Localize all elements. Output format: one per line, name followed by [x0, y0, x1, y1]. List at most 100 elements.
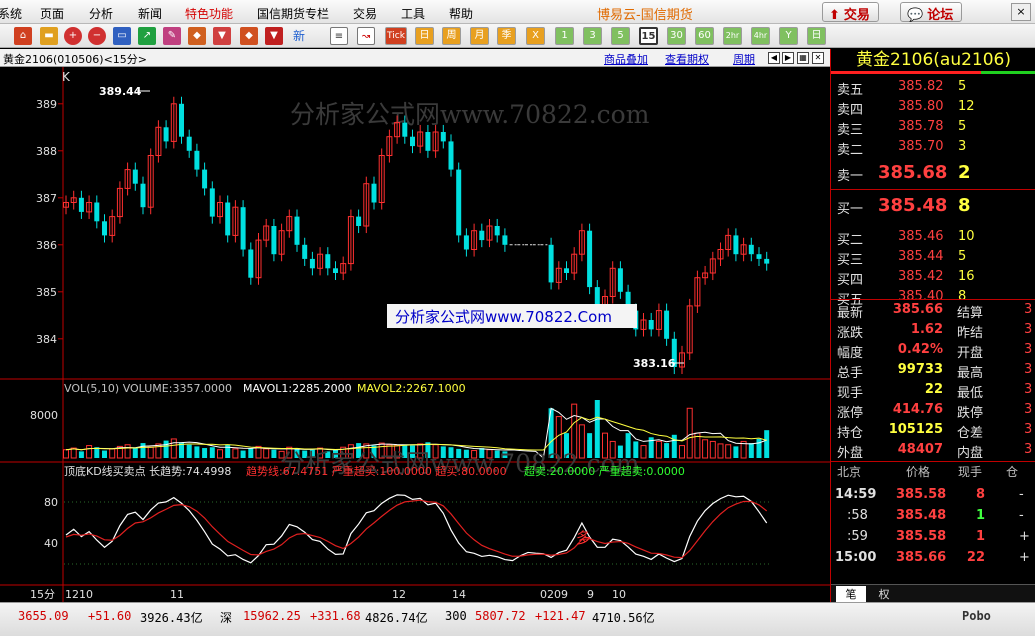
stat-label: 幅度: [837, 346, 864, 361]
overlay-link[interactable]: 商品叠加: [604, 51, 648, 67]
kd-tick-40: 40: [44, 537, 58, 550]
price-axis-tick: 387: [36, 192, 57, 205]
day-button[interactable]: 日: [415, 27, 434, 45]
candle-body: [756, 254, 762, 259]
x-button[interactable]: X: [526, 27, 545, 45]
bid-level-label: 买三: [837, 253, 864, 268]
stat-label: 开盘: [957, 346, 984, 361]
monitor-icon[interactable]: ▭: [113, 27, 131, 45]
news-button[interactable]: 新: [290, 27, 308, 45]
close-button[interactable]: ×: [1011, 3, 1031, 21]
time-tick: 0209: [540, 588, 568, 601]
ask-level-label: 卖三: [837, 123, 864, 138]
candle-body: [764, 258, 770, 264]
stat-label: 最新: [837, 306, 864, 321]
grid-icon[interactable]: ▦: [797, 52, 809, 64]
bid-volume: 5: [958, 249, 967, 264]
candle-body: [548, 244, 554, 283]
menu-tools[interactable]: 工具: [401, 5, 425, 22]
pencil-icon[interactable]: ✎: [163, 27, 181, 45]
zoom-in-icon[interactable]: +: [64, 27, 82, 45]
candle-body: [225, 202, 231, 236]
menu-page[interactable]: 页面: [40, 5, 64, 22]
candle-body: [186, 136, 192, 151]
scroll-right-icon[interactable]: ▶: [782, 52, 794, 64]
bid-level-label: 买四: [837, 273, 864, 288]
menu-news[interactable]: 新闻: [138, 5, 162, 22]
candle-body: [209, 188, 215, 217]
options-link[interactable]: 查看期权: [665, 51, 709, 67]
week-button[interactable]: 周: [442, 27, 461, 45]
menu-system[interactable]: 系统: [0, 5, 22, 22]
close-pane-icon[interactable]: ✕: [812, 52, 824, 64]
paint-icon[interactable]: ◆: [188, 27, 206, 45]
candle-body: [194, 150, 200, 170]
tick-time: :58: [847, 508, 868, 523]
volume-bar: [671, 434, 677, 458]
menu-trade[interactable]: 交易: [353, 5, 377, 22]
menu-analysis[interactable]: 分析: [89, 5, 113, 22]
stat-label: 涨停: [837, 406, 864, 421]
tab-rights[interactable]: 权: [869, 586, 899, 602]
hr4-button[interactable]: 4hr: [751, 27, 770, 45]
volume-bar: [63, 449, 69, 459]
zoom-out-icon[interactable]: −: [88, 27, 106, 45]
menu-features[interactable]: 特色功能: [185, 5, 233, 22]
tick-volume: 1: [975, 529, 985, 544]
tick-price: 385.58: [896, 529, 947, 544]
menu-guoxin-column[interactable]: 国信期货专栏: [257, 5, 329, 22]
table-icon[interactable]: ≡: [330, 27, 348, 45]
menu-help[interactable]: 帮助: [449, 5, 473, 22]
quarter-button[interactable]: 季: [497, 27, 516, 45]
day2-button[interactable]: 日: [807, 27, 826, 45]
stat-value-clipped: 3: [1024, 382, 1033, 397]
chart-area[interactable]: K 分析家公式网www.70822.com 389 388 387 386 385 384…: [0, 67, 830, 602]
line-chart-icon[interactable]: ↝: [357, 27, 375, 45]
candle-body: [748, 244, 754, 255]
candle-body: [664, 310, 670, 339]
chart-icon[interactable]: ↗: [138, 27, 156, 45]
trade-button[interactable]: ⬆ 交易: [822, 2, 879, 23]
min60-button[interactable]: 60: [695, 27, 714, 45]
stat-label: 昨结: [957, 326, 984, 341]
sz-change: +331.68: [310, 609, 361, 623]
candle-body: [502, 235, 508, 245]
min5-button[interactable]: 5: [611, 27, 630, 45]
tab-trades[interactable]: 笔: [836, 586, 866, 602]
min1-button[interactable]: 1: [555, 27, 574, 45]
min15-button[interactable]: 15: [639, 27, 658, 45]
year-button[interactable]: Y: [779, 27, 798, 45]
period-link[interactable]: 周期: [733, 51, 755, 67]
funnel-icon[interactable]: ▼: [265, 27, 283, 45]
stat-value-clipped: 3: [1024, 442, 1033, 457]
funnel-icon[interactable]: ▼: [213, 27, 231, 45]
paint-icon[interactable]: ◆: [240, 27, 258, 45]
forum-button[interactable]: 💬 论坛: [900, 2, 963, 23]
volume-bar: [748, 443, 754, 458]
time-tick: 11: [170, 588, 184, 601]
candle-body: [425, 132, 431, 151]
min30-button[interactable]: 30: [667, 27, 686, 45]
home-icon[interactable]: ⌂: [14, 27, 32, 45]
volume-bar: [202, 448, 208, 458]
bid-volume: 8: [958, 195, 971, 216]
month-button[interactable]: 月: [470, 27, 489, 45]
candle-body: [294, 216, 300, 245]
tick-button[interactable]: Tick: [385, 27, 407, 45]
stat-value: 1.62: [910, 322, 943, 337]
kd-tick-80: 80: [44, 496, 58, 509]
volume-bar: [709, 440, 716, 459]
candles: [63, 96, 770, 375]
folder-icon[interactable]: ▬: [40, 27, 58, 45]
chart-frames: [0, 67, 830, 602]
hr2-button[interactable]: 2hr: [723, 27, 742, 45]
stat-value-clipped: 3: [1024, 422, 1033, 437]
volume-bar: [686, 407, 693, 459]
scroll-left-icon[interactable]: ◀: [768, 52, 780, 64]
chart-header: 黄金2106(010506)<15分> 商品叠加 查看期权 周期 ◀ ▶ ▦ ✕: [0, 49, 830, 67]
min3-button[interactable]: 3: [583, 27, 602, 45]
chart-title: 黄金2106(010506)<15分>: [3, 53, 147, 66]
price-axis-tick: 384: [36, 333, 57, 346]
ask-volume: 12: [958, 99, 975, 114]
stat-value-clipped: 3: [1024, 322, 1033, 337]
